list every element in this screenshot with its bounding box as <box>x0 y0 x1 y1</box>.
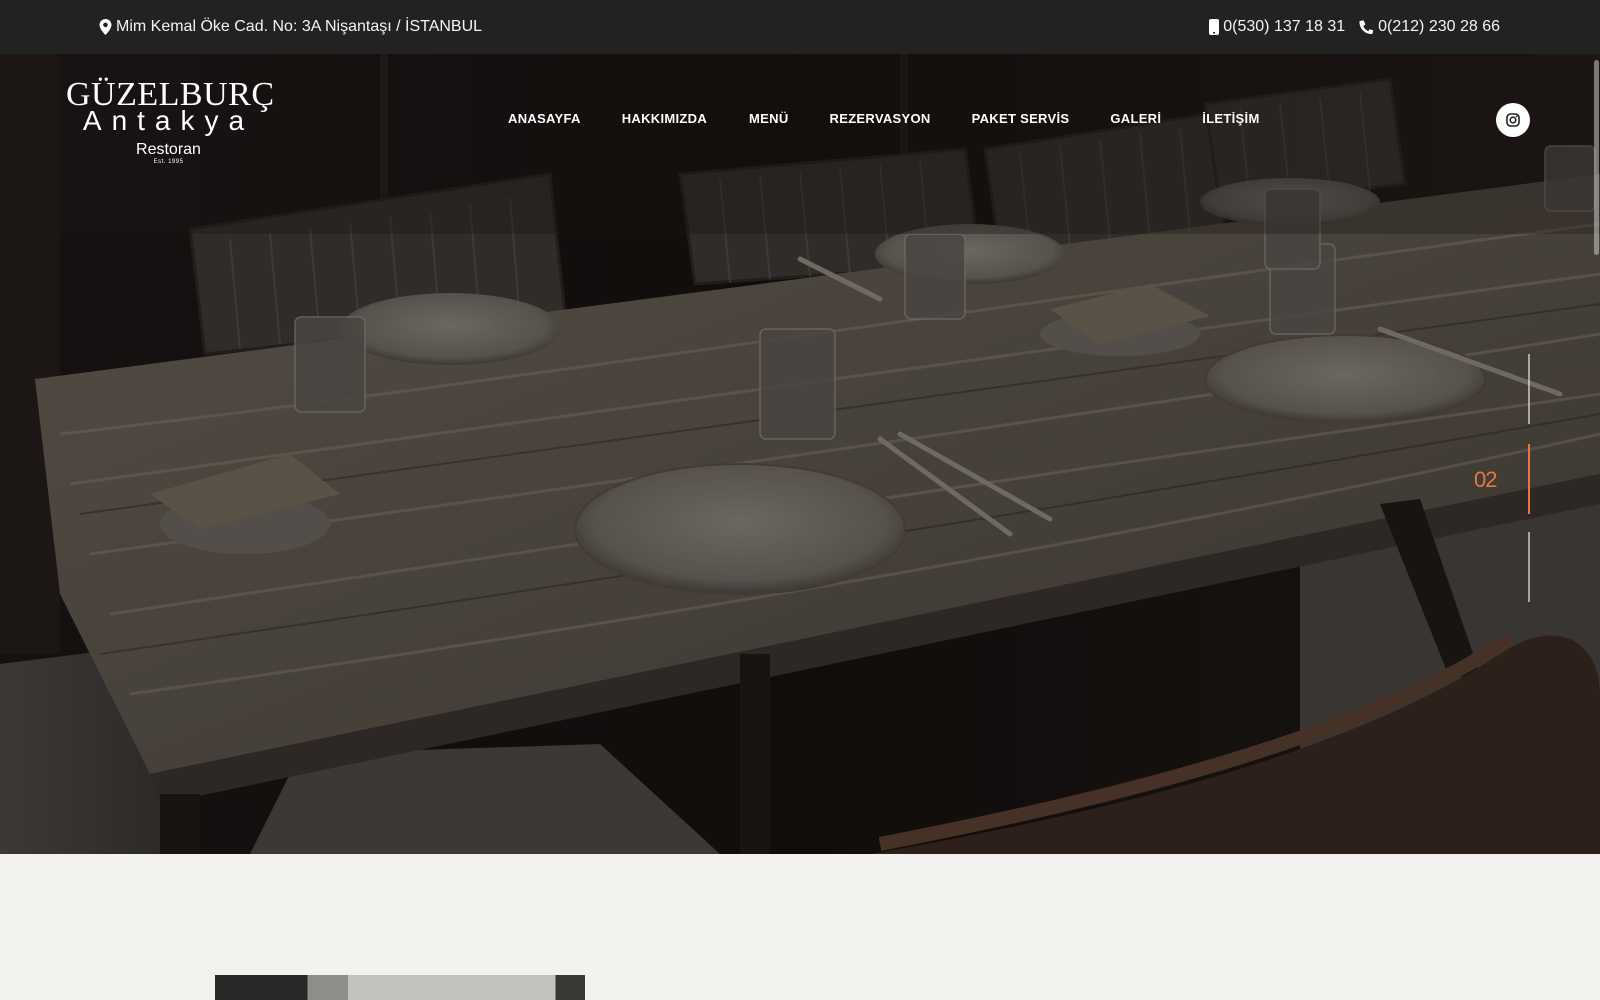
about-section-image <box>215 975 585 1000</box>
phone-numbers: 0(530) 137 18 31 0(212) 230 28 66 <box>1209 0 1500 54</box>
site-logo[interactable]: GÜZELBURÇ Antakya Restoran Est. 1995 <box>66 78 274 168</box>
nav-item-galeri[interactable]: GALERİ <box>1110 108 1161 130</box>
nav-item-iletisim[interactable]: İLETİŞİM <box>1202 108 1259 130</box>
nav-item-paket-servis[interactable]: PAKET SERVİS <box>972 108 1070 130</box>
mobile-phone-icon <box>1209 19 1220 35</box>
landline-phone-link[interactable]: 0(212) 230 28 66 <box>1359 18 1500 36</box>
phone-icon <box>1359 20 1374 35</box>
mobile-phone-link[interactable]: 0(530) 137 18 31 <box>1209 18 1345 36</box>
slide-line-prev[interactable] <box>1528 354 1530 424</box>
logo-line-3: Restoran <box>136 141 201 158</box>
instagram-button[interactable] <box>1496 103 1530 137</box>
hero-slider: 02 <box>0 54 1600 854</box>
scrollbar-thumb[interactable] <box>1594 60 1599 255</box>
slide-number: 02 <box>1474 467 1498 492</box>
mobile-phone-text: 0(530) 137 18 31 <box>1223 18 1346 35</box>
logo-line-4: Est. 1995 <box>153 159 184 165</box>
map-pin-icon <box>99 19 112 35</box>
slide-line-active[interactable] <box>1528 444 1530 514</box>
address: Mim Kemal Öke Cad. No: 3A Nişantaşı / İS… <box>99 0 482 54</box>
logo-line-2: Antakya <box>82 105 255 136</box>
landline-phone-text: 0(212) 230 28 66 <box>1378 18 1500 35</box>
nav-item-menu[interactable]: MENÜ <box>749 108 788 130</box>
top-info-bar: Mim Kemal Öke Cad. No: 3A Nişantaşı / İS… <box>0 0 1600 54</box>
main-nav: ANASAYFA HAKKIMIZDA MENÜ REZERVASYON PAK… <box>508 108 1260 130</box>
nav-item-anasayfa[interactable]: ANASAYFA <box>508 108 581 130</box>
address-text: Mim Kemal Öke Cad. No: 3A Nişantaşı / İS… <box>116 18 483 35</box>
slide-line-next[interactable] <box>1528 532 1530 602</box>
slide-indicator: 02 <box>1474 354 1560 610</box>
nav-item-hakkimizda[interactable]: HAKKIMIZDA <box>622 108 707 130</box>
hero-background-image <box>0 54 1600 854</box>
instagram-icon <box>1506 113 1520 127</box>
nav-item-rezervasyon[interactable]: REZERVASYON <box>830 108 931 130</box>
